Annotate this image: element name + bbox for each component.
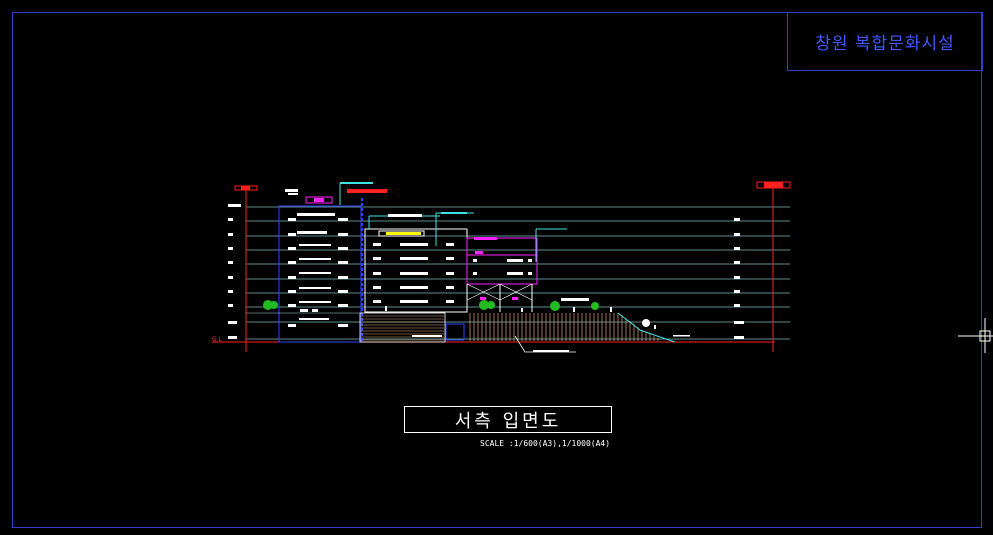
ground-level-label: G.L xyxy=(212,336,222,343)
middle-windows xyxy=(373,243,454,303)
crosshair-cursor-icon xyxy=(958,318,993,353)
elevation-drawing xyxy=(212,181,791,353)
tower-windows xyxy=(288,213,348,327)
dim-mark xyxy=(673,335,690,337)
leader-line xyxy=(514,335,576,353)
podium-hatch xyxy=(359,312,465,343)
scale-note: SCALE :1/600(A3),1/1000(A4) xyxy=(480,439,611,448)
grid-axis-left xyxy=(234,185,258,352)
people xyxy=(385,306,656,329)
tower-roof xyxy=(285,182,387,205)
right-windows xyxy=(473,259,589,301)
right-building xyxy=(466,228,567,312)
sheet-title: 서측 입면도 xyxy=(454,410,562,432)
level-markers-left xyxy=(228,204,241,339)
middle-building xyxy=(364,212,474,313)
site-slope-hatch xyxy=(469,313,659,341)
grid-axis-right xyxy=(756,181,791,352)
sheet-title-box: 서측 입면도 xyxy=(404,406,612,433)
slope-edge xyxy=(617,312,676,343)
